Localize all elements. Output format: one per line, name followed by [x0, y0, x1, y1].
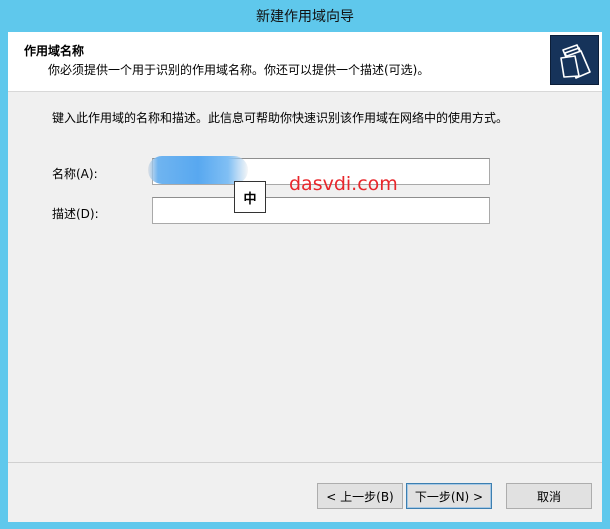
next-button[interactable]: 下一步(N) > — [406, 483, 492, 509]
description-input[interactable] — [152, 197, 490, 224]
wizard-window: 新建作用域向导 作用域名称 你必须提供一个用于识别的作用域名称。你还可以提供一个… — [0, 0, 610, 529]
folders-icon — [550, 35, 599, 85]
watermark-text: dasvdi.com — [289, 173, 398, 195]
name-label: 名称(A): — [52, 167, 98, 181]
window-title: 新建作用域向导 — [256, 9, 354, 25]
back-button[interactable]: < 上一步(B) — [317, 483, 403, 509]
ime-indicator[interactable]: 中 — [234, 181, 266, 213]
footer-divider — [8, 462, 602, 463]
description-label: 描述(D): — [52, 207, 99, 221]
redacted-name-value — [148, 156, 248, 184]
page-title: 作用域名称 — [24, 44, 85, 58]
title-bar[interactable]: 新建作用域向导 — [0, 0, 610, 32]
wizard-body: 作用域名称 你必须提供一个用于识别的作用域名称。你还可以提供一个描述(可选)。 … — [8, 32, 602, 522]
wizard-header: 作用域名称 你必须提供一个用于识别的作用域名称。你还可以提供一个描述(可选)。 — [8, 32, 602, 92]
page-subtitle: 你必须提供一个用于识别的作用域名称。你还可以提供一个描述(可选)。 — [48, 63, 430, 77]
cancel-button[interactable]: 取消 — [506, 483, 592, 509]
instructions-text: 键入此作用域的名称和描述。此信息可帮助你快速识别该作用域在网络中的使用方式。 — [52, 111, 509, 125]
